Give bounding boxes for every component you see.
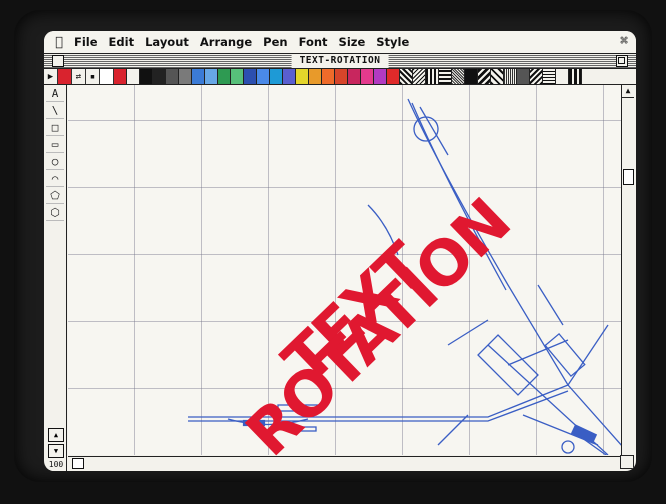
color-swatch[interactable] bbox=[218, 69, 231, 84]
freehand-tool-icon[interactable]: ⬡ bbox=[46, 204, 64, 221]
menu-bar:  File Edit Layout Arrange Pen Font Size… bbox=[44, 31, 636, 54]
text-tool-icon[interactable]: A bbox=[46, 85, 64, 102]
color-swatch[interactable] bbox=[348, 69, 361, 84]
color-swatch[interactable] bbox=[244, 69, 257, 84]
color-swatch[interactable] bbox=[270, 69, 283, 84]
color-swatch[interactable] bbox=[361, 69, 374, 84]
zoom-down-icon[interactable]: ▼ bbox=[48, 444, 64, 458]
rounded-rectangle-tool-icon[interactable]: ▭ bbox=[46, 136, 64, 153]
color-swatch[interactable] bbox=[296, 69, 309, 84]
arc-tool-icon[interactable]: ⌒ bbox=[46, 170, 64, 187]
rotated-headline[interactable]: TEXT ROTATION bbox=[218, 185, 548, 470]
pattern-swatch[interactable] bbox=[478, 69, 491, 84]
toolbox: A \ □ ▭ ○ ⌒ ⬠ ⬡ ▲ ▼ 100 bbox=[46, 85, 67, 471]
screen:  File Edit Layout Arrange Pen Font Size… bbox=[44, 31, 636, 471]
pattern-swatch[interactable] bbox=[452, 69, 465, 84]
pattern-swatch[interactable] bbox=[413, 69, 426, 84]
color-swatch[interactable] bbox=[335, 69, 348, 84]
color-swatch[interactable] bbox=[140, 69, 153, 84]
oval-tool-icon[interactable]: ○ bbox=[46, 153, 64, 170]
pattern-swatch[interactable] bbox=[439, 69, 452, 84]
polygon-tool-icon[interactable]: ⬠ bbox=[46, 187, 64, 204]
zoom-up-icon[interactable]: ▲ bbox=[48, 428, 64, 442]
swap-icon[interactable]: ⇄ bbox=[72, 69, 86, 84]
color-swatch[interactable] bbox=[166, 69, 179, 84]
rectangle-tool-icon[interactable]: □ bbox=[46, 119, 64, 136]
pattern-swatch[interactable] bbox=[491, 69, 504, 84]
window-title: TEXT-ROTATION bbox=[291, 54, 389, 68]
line-tool-icon[interactable]: \ bbox=[46, 102, 64, 119]
menu-arrange[interactable]: Arrange bbox=[200, 35, 252, 49]
color-swatches bbox=[114, 69, 400, 84]
color-swatch[interactable] bbox=[114, 69, 127, 84]
pattern-swatch[interactable] bbox=[530, 69, 543, 84]
pattern-swatch[interactable] bbox=[517, 69, 530, 84]
menu-edit[interactable]: Edit bbox=[109, 35, 135, 49]
color-swatch[interactable] bbox=[374, 69, 387, 84]
menu-pen[interactable]: Pen bbox=[263, 35, 287, 49]
horizontal-scroll-thumb[interactable] bbox=[72, 458, 84, 469]
close-box-icon[interactable] bbox=[52, 55, 64, 67]
pattern-swatch[interactable] bbox=[569, 69, 582, 84]
menu-style[interactable]: Style bbox=[376, 35, 409, 49]
color-swatch[interactable] bbox=[127, 69, 140, 84]
arrow-tool-icon[interactable]: ▶ bbox=[44, 69, 58, 84]
pen-pattern-icon[interactable]: ▪ bbox=[86, 69, 100, 84]
fill-indicator-icon[interactable] bbox=[58, 69, 72, 84]
menu-layout[interactable]: Layout bbox=[145, 35, 189, 49]
color-swatch[interactable] bbox=[257, 69, 270, 84]
scroll-up-arrow-icon[interactable]: ▲ bbox=[622, 85, 634, 98]
multifinder-icon[interactable]: ⌘ bbox=[620, 34, 628, 49]
vertical-scrollbar[interactable]: ▲ bbox=[621, 85, 634, 455]
pattern-color-palette: ▶ ⇄ ▪ bbox=[44, 69, 636, 85]
vertical-scroll-thumb[interactable] bbox=[623, 169, 634, 185]
pattern-swatch[interactable] bbox=[543, 69, 556, 84]
pattern-swatch[interactable] bbox=[426, 69, 439, 84]
color-swatch[interactable] bbox=[192, 69, 205, 84]
toolbox-bottom: ▲ ▼ 100 bbox=[46, 426, 66, 469]
apple-menu-icon[interactable]:  bbox=[44, 35, 74, 50]
pattern-swatch[interactable] bbox=[504, 69, 517, 84]
zoom-level: 100 bbox=[48, 460, 64, 469]
color-swatch[interactable] bbox=[179, 69, 192, 84]
menu-size[interactable]: Size bbox=[339, 35, 366, 49]
menu-file[interactable]: File bbox=[74, 35, 98, 49]
color-swatch[interactable] bbox=[309, 69, 322, 84]
menu-font[interactable]: Font bbox=[299, 35, 328, 49]
color-swatch[interactable] bbox=[283, 69, 296, 84]
drawing-canvas[interactable]: TEXT ROTATION bbox=[68, 85, 622, 470]
fill-white-icon[interactable] bbox=[100, 69, 114, 84]
grow-box-icon[interactable] bbox=[620, 455, 634, 469]
horizontal-scrollbar[interactable] bbox=[68, 456, 622, 469]
color-swatch[interactable] bbox=[387, 69, 400, 84]
pattern-swatch[interactable] bbox=[400, 69, 413, 84]
color-swatch[interactable] bbox=[205, 69, 218, 84]
color-swatch[interactable] bbox=[322, 69, 335, 84]
window-title-bar[interactable]: TEXT-ROTATION bbox=[44, 54, 636, 69]
zoom-box-icon[interactable] bbox=[616, 55, 628, 67]
color-swatch[interactable] bbox=[231, 69, 244, 84]
color-swatch[interactable] bbox=[153, 69, 166, 84]
pattern-swatch[interactable] bbox=[465, 69, 478, 84]
pattern-swatch[interactable] bbox=[556, 69, 569, 84]
monitor-bezel:  File Edit Layout Arrange Pen Font Size… bbox=[0, 0, 666, 504]
